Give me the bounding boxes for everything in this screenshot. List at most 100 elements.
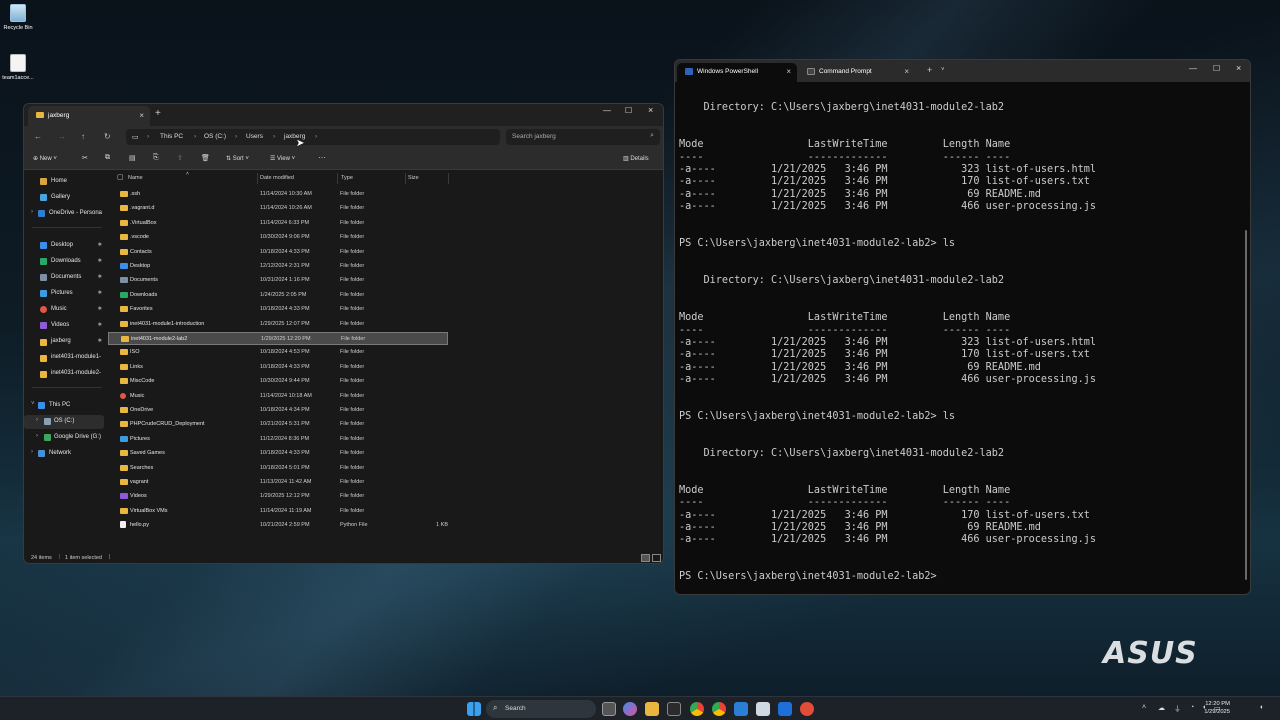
close-icon[interactable]: × (1236, 63, 1241, 73)
sort-button[interactable]: ⇅ Sort ˅ (226, 155, 249, 162)
file-row[interactable]: VirtualBox VMs 11/14/2024 11:19 AM File fo… (108, 505, 448, 518)
new-button[interactable]: ⊕ New ˅ (33, 155, 57, 162)
chrome-profile-icon[interactable] (712, 702, 726, 716)
back-arrow-icon[interactable]: ← (34, 132, 42, 141)
desktop-icon-team-file[interactable]: team1acce... (0, 54, 36, 81)
sidebar-item-music[interactable]: Music ✱ (24, 303, 104, 317)
sidebar-item-module2[interactable]: inet4031-module2- (24, 367, 104, 381)
refresh-icon[interactable]: ↻ (104, 132, 111, 141)
file-row[interactable]: Pictures 11/12/2024 8:36 PM File folder (108, 433, 448, 446)
sidebar-item-jaxberg[interactable]: jaxberg ✱ (24, 335, 104, 349)
sidebar-item-pictures[interactable]: Pictures ✱ (24, 287, 104, 301)
column-header-size[interactable]: Size (408, 175, 419, 181)
file-row[interactable]: .ssh 11/14/2024 10:30 AM File folder (108, 188, 448, 201)
close-tab-icon[interactable]: × (139, 111, 144, 120)
close-tab-icon[interactable]: × (904, 67, 909, 76)
explorer-tab[interactable]: jaxberg × (28, 106, 150, 126)
file-row-selected[interactable]: inet4031-module2-lab2 1/29/2025 12:20 PM F… (108, 332, 448, 345)
sidebar-item-videos[interactable]: Videos ✱ (24, 319, 104, 333)
minimize-icon[interactable]: — (1189, 64, 1197, 73)
sidebar-item-onedrive[interactable]: › OneDrive - Persona (24, 207, 104, 221)
maximize-icon[interactable]: ☐ (1213, 64, 1220, 73)
file-row[interactable]: inet4031-module1-introduction 1/29/2025 1… (108, 318, 448, 331)
sidebar-item-desktop[interactable]: Desktop ✱ (24, 239, 104, 253)
close-tab-icon[interactable]: × (786, 67, 791, 76)
address-bar[interactable]: ▭ › This PC › OS (C:) › Users › jaxberg … (126, 129, 500, 145)
minimize-icon[interactable]: — (603, 106, 611, 115)
sidebar-item-this-pc[interactable]: ˅ This PC (24, 399, 104, 413)
column-divider[interactable] (337, 173, 338, 184)
tiles-view-icon[interactable] (652, 554, 661, 562)
forward-arrow-icon[interactable]: → (58, 132, 66, 141)
column-divider[interactable] (257, 173, 258, 184)
clock[interactable]: 12:20 PM 1/29/2025 (1204, 700, 1230, 716)
file-row[interactable]: Favorites 10/18/2024 4:33 PM File folder (108, 303, 448, 316)
file-row[interactable]: Contacts 10/18/2024 4:33 PM File folder (108, 246, 448, 259)
file-row[interactable]: PHPCrudeCRUD_Deployment 10/21/2024 5:31 P… (108, 418, 448, 431)
more-options-icon[interactable]: ··· (318, 153, 326, 162)
sidebar-item-documents[interactable]: Documents ✱ (24, 271, 104, 285)
file-row[interactable]: Music 11/14/2024 10:18 AM File folder (108, 390, 448, 403)
new-tab-button[interactable]: + (927, 65, 932, 75)
app-icon[interactable] (800, 702, 814, 716)
sidebar-item-gallery[interactable]: Gallery (24, 191, 104, 205)
app-icon[interactable] (778, 702, 792, 716)
file-row[interactable]: ISO 10/18/2024 4:53 PM File folder (108, 346, 448, 359)
task-view-icon[interactable] (602, 702, 616, 716)
sidebar-item-google-drive[interactable]: › Google Drive (G:) (24, 431, 104, 445)
notification-bell-icon[interactable]: ◐ (1260, 704, 1264, 711)
chevron-right-icon[interactable]: › (31, 209, 33, 215)
file-row[interactable]: vagrant 11/13/2024 11:42 AM File folder (108, 476, 448, 489)
chevron-right-icon[interactable]: › (36, 433, 38, 439)
terminal-output[interactable]: Directory: C:\Users\jaxberg\inet4031-mod… (679, 90, 1239, 590)
close-icon[interactable]: × (648, 105, 653, 115)
file-row[interactable]: Links 10/18/2024 4:33 PM File folder (108, 361, 448, 374)
file-row[interactable]: Searches 10/18/2024 5:01 PM File folder (108, 462, 448, 475)
tab-windows-powershell[interactable]: Windows PowerShell × (677, 63, 797, 82)
taskbar-search[interactable]: ⌕ Search (486, 700, 596, 718)
share-icon[interactable]: ⇪ (177, 154, 183, 162)
file-row[interactable]: .VirtualBox 11/14/2024 6:33 PM File folder (108, 217, 448, 230)
chevron-up-icon[interactable]: ˄ (1142, 704, 1146, 711)
chevron-down-icon[interactable]: ˅ (31, 401, 35, 407)
paste-icon[interactable]: ▤ (129, 154, 136, 162)
sidebar-item-downloads[interactable]: Downloads ✱ (24, 255, 104, 269)
details-view-icon[interactable] (641, 554, 650, 562)
cloud-icon[interactable]: ☁ (1158, 704, 1165, 712)
vscode-icon[interactable] (734, 702, 748, 716)
column-header-date[interactable]: Date modified (260, 175, 294, 181)
view-button[interactable]: ☰ View ˅ (270, 155, 295, 162)
file-row[interactable]: Videos 1/29/2025 12:12 PM File folder (108, 490, 448, 503)
sidebar-item-network[interactable]: › Network (24, 447, 104, 461)
breadcrumb-users[interactable]: Users (246, 133, 263, 140)
up-arrow-icon[interactable]: ↑ (81, 132, 85, 141)
microphone-icon[interactable]: ⏚ (1174, 704, 1181, 714)
column-divider[interactable] (405, 173, 406, 184)
scrollbar[interactable] (1245, 230, 1247, 580)
delete-icon[interactable]: 🗑 (201, 154, 210, 162)
search-input[interactable]: Search jaxberg ⌕ (506, 129, 660, 145)
file-row[interactable]: .vagrant.d 11/14/2024 10:26 AM File folder (108, 202, 448, 215)
cut-icon[interactable]: ✂ (82, 154, 88, 162)
chevron-right-icon[interactable]: › (31, 449, 33, 455)
tab-command-prompt[interactable]: Command Prompt × (799, 63, 915, 82)
chrome-icon[interactable] (690, 702, 704, 716)
wifi-icon[interactable]: ◔ (1190, 704, 1194, 711)
terminal-icon[interactable] (667, 702, 681, 716)
breadcrumb-os-c[interactable]: OS (C:) (204, 133, 226, 140)
column-header-type[interactable]: Type (341, 175, 353, 181)
file-row[interactable]: hello.py 10/21/2024 2:59 PM Python File 1 K… (108, 519, 448, 532)
file-row[interactable]: Desktop 12/12/2024 2:31 PM File folder (108, 260, 448, 273)
chevron-down-icon[interactable]: ˅ (941, 67, 945, 73)
new-tab-button[interactable]: + (155, 108, 161, 119)
file-row[interactable]: .vscode 10/30/2024 9:06 PM File folder (108, 231, 448, 244)
rename-icon[interactable]: ⎘ (153, 154, 159, 162)
select-all-checkbox[interactable]: ▢ (117, 173, 124, 181)
notepad-icon[interactable] (756, 702, 770, 716)
file-row[interactable]: OneDrive 10/18/2024 4:34 PM File folder (108, 404, 448, 417)
start-windows-icon[interactable] (467, 702, 481, 716)
file-row[interactable]: Downloads 1/24/2025 2:05 PM File folder (108, 289, 448, 302)
sidebar-item-module1[interactable]: inet4031-module1- (24, 351, 104, 365)
chevron-right-icon[interactable]: › (36, 417, 38, 423)
file-explorer-icon[interactable] (645, 702, 659, 716)
